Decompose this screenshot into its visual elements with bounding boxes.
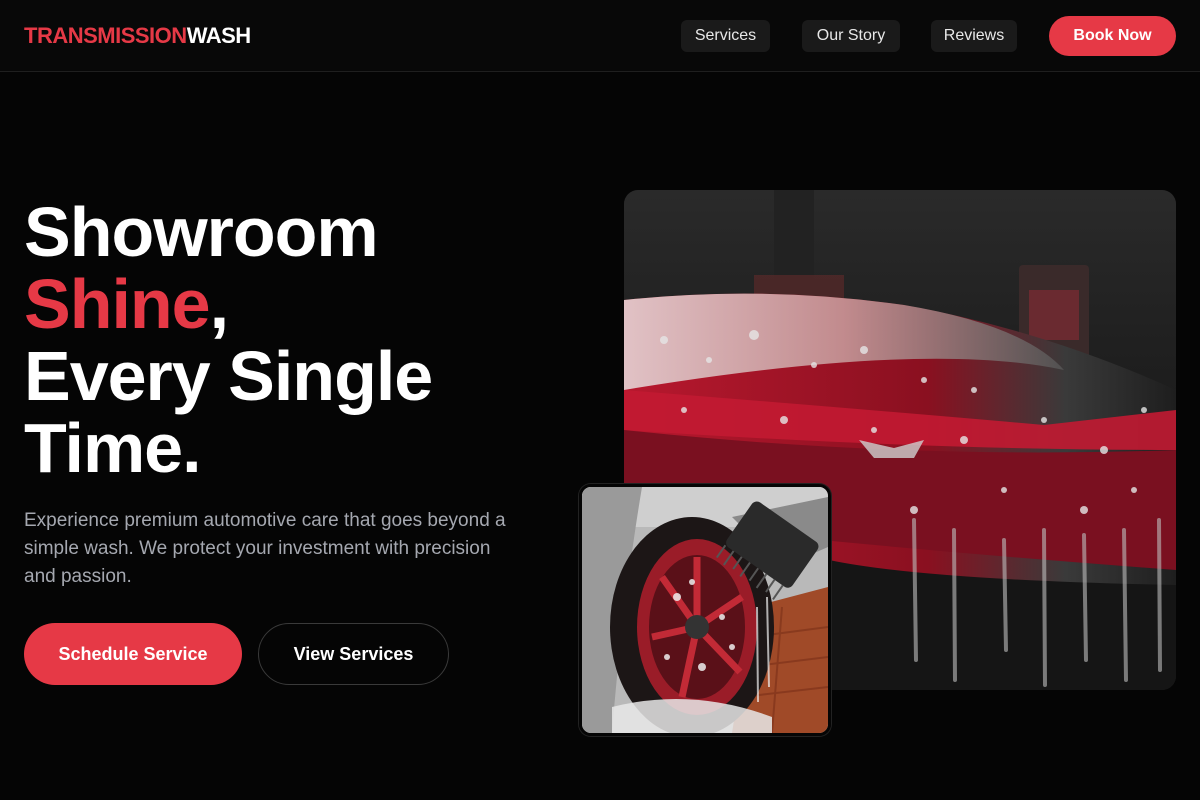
brand-name-part2: WASH xyxy=(186,23,252,48)
book-now-button[interactable]: Book Now xyxy=(1049,16,1176,56)
nav-reviews-link[interactable]: Reviews xyxy=(931,20,1017,52)
brand-logo[interactable]: TRANSMISSIONWASH xyxy=(24,22,251,50)
nav-services-link[interactable]: Services xyxy=(681,20,770,52)
headline-comma: , xyxy=(209,265,229,343)
headline-accent-word: Shine xyxy=(24,265,211,343)
headline-line-4: Time. xyxy=(24,409,202,487)
brand-name-part1: TRANSMISSION xyxy=(24,23,187,48)
schedule-service-button[interactable]: Schedule Service xyxy=(24,623,242,685)
headline-line-1: Showroom xyxy=(24,193,379,271)
view-services-button[interactable]: View Services xyxy=(258,623,449,685)
hero-headline: Showroom Shine, Every Single Time. xyxy=(24,196,544,484)
nav-our-story-link[interactable]: Our Story xyxy=(802,20,900,52)
headline-line-3: Every Single xyxy=(24,337,433,415)
site-header: TRANSMISSIONWASH Services Our Story Revi… xyxy=(0,0,1200,72)
wheel-cleaning-image xyxy=(579,484,831,736)
hero-description: Experience premium automotive care that … xyxy=(24,510,506,587)
